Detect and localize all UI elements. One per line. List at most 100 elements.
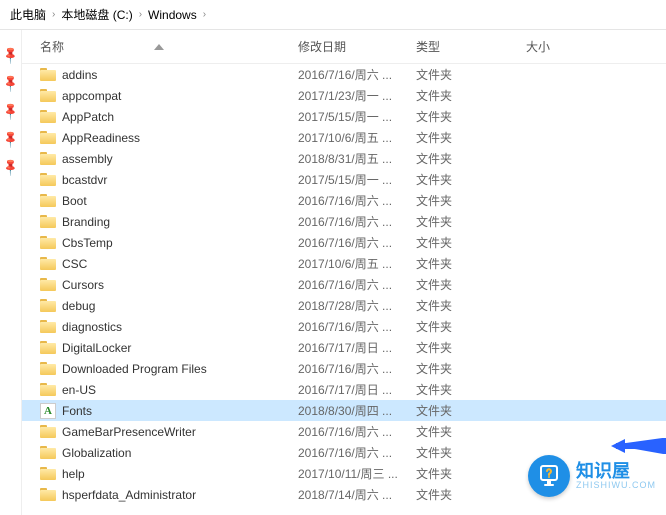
folder-icon xyxy=(40,110,56,123)
folder-icon xyxy=(40,194,56,207)
file-name-label: addins xyxy=(62,68,97,82)
file-row-csc[interactable]: CSC2017/10/6/周五 ...文件夹 xyxy=(22,253,666,274)
breadcrumb-seg-drive[interactable]: 本地磁盘 (C:) xyxy=(61,6,132,23)
file-row-debug[interactable]: debug 2018/7/28/周六 ...文件夹 xyxy=(22,295,666,316)
folder-icon xyxy=(40,299,56,312)
file-name-cell: en-US xyxy=(40,383,298,397)
folder-icon xyxy=(40,68,56,81)
file-row-appcompat[interactable]: appcompat 2017/1/23/周一 ...文件夹 xyxy=(22,85,666,106)
header-size[interactable]: 大小 xyxy=(526,38,666,55)
file-type: 文件夹 xyxy=(416,318,526,335)
file-name-cell: Globalization xyxy=(40,446,298,460)
file-row-hsperfdata-administrator[interactable]: hsperfdata_Administrator2018/7/14/周六 ...… xyxy=(22,484,666,505)
file-date: 2017/1/23/周一 ... xyxy=(298,87,416,104)
file-date: 2018/8/30/周四 ... xyxy=(298,402,416,419)
file-type: 文件夹 xyxy=(416,87,526,104)
header-name[interactable]: 名称 xyxy=(40,38,298,55)
file-name-label: Globalization xyxy=(62,446,131,460)
file-date: 2018/7/28/周六 ... xyxy=(298,297,416,314)
file-row-downloaded-program-files[interactable]: Downloaded Program Files2016/7/16/周六 ...… xyxy=(22,358,666,379)
file-type: 文件夹 xyxy=(416,297,526,314)
file-name-label: CSC xyxy=(62,257,87,271)
file-type: 文件夹 xyxy=(416,402,526,419)
file-row-addins[interactable]: addins 2016/7/16/周六 ...文件夹 xyxy=(22,64,666,85)
file-name-cell: AppPatch xyxy=(40,110,298,124)
header-type[interactable]: 类型 xyxy=(416,38,526,55)
file-date: 2016/7/16/周六 ... xyxy=(298,192,416,209)
file-row-branding[interactable]: Branding2016/7/16/周六 ...文件夹 xyxy=(22,211,666,232)
file-type: 文件夹 xyxy=(416,339,526,356)
file-date: 2016/7/16/周六 ... xyxy=(298,213,416,230)
file-name-cell: Downloaded Program Files xyxy=(40,362,298,376)
folder-icon xyxy=(40,320,56,333)
file-type: 文件夹 xyxy=(416,381,526,398)
file-type: 文件夹 xyxy=(416,444,526,461)
file-row-help[interactable]: help2017/10/11/周三 ...文件夹 xyxy=(22,463,666,484)
file-name-label: en-US xyxy=(62,383,96,397)
file-date: 2016/7/16/周六 ... xyxy=(298,66,416,83)
quick-access-sidebar: 📌 📌 📌 📌 📌 xyxy=(0,30,22,515)
file-name-label: assembly xyxy=(62,152,113,166)
file-name-cell: CbsTemp xyxy=(40,236,298,250)
file-row-cursors[interactable]: Cursors2016/7/16/周六 ...文件夹 xyxy=(22,274,666,295)
file-row-appreadiness[interactable]: AppReadiness2017/10/6/周五 ...文件夹 xyxy=(22,127,666,148)
file-name-cell: DigitalLocker xyxy=(40,341,298,355)
pin-icon: 📌 xyxy=(0,127,23,152)
file-name-cell: addins xyxy=(40,68,298,82)
folder-icon xyxy=(40,131,56,144)
file-row-gamebarpresencewriter[interactable]: GameBarPresenceWriter2016/7/16/周六 ...文件夹 xyxy=(22,421,666,442)
file-name-label: help xyxy=(62,467,85,481)
file-type: 文件夹 xyxy=(416,486,526,503)
file-row-globalization[interactable]: Globalization2016/7/16/周六 ...文件夹 xyxy=(22,442,666,463)
file-row-en-us[interactable]: en-US 2016/7/17/周日 ...文件夹 xyxy=(22,379,666,400)
file-name-label: diagnostics xyxy=(62,320,122,334)
file-row-digitallocker[interactable]: DigitalLocker2016/7/17/周日 ...文件夹 xyxy=(22,337,666,358)
file-date: 2016/7/16/周六 ... xyxy=(298,276,416,293)
file-name-cell: CSC xyxy=(40,257,298,271)
file-name-label: Boot xyxy=(62,194,87,208)
file-row-boot[interactable]: Boot2016/7/16/周六 ...文件夹 xyxy=(22,190,666,211)
file-type: 文件夹 xyxy=(416,150,526,167)
file-name-label: appcompat xyxy=(62,89,121,103)
file-type: 文件夹 xyxy=(416,465,526,482)
file-date: 2017/5/15/周一 ... xyxy=(298,171,416,188)
folder-icon xyxy=(40,152,56,165)
file-name-cell: hsperfdata_Administrator xyxy=(40,488,298,502)
folder-icon xyxy=(40,215,56,228)
file-type: 文件夹 xyxy=(416,66,526,83)
file-name-label: bcastdvr xyxy=(62,173,107,187)
file-type: 文件夹 xyxy=(416,360,526,377)
file-name-cell: Boot xyxy=(40,194,298,208)
file-row-cbstemp[interactable]: CbsTemp2016/7/16/周六 ...文件夹 xyxy=(22,232,666,253)
sort-ascending-icon xyxy=(154,44,164,50)
pin-icon: 📌 xyxy=(0,99,23,124)
header-date[interactable]: 修改日期 xyxy=(298,38,416,55)
folder-icon xyxy=(40,173,56,186)
folder-icon xyxy=(40,257,56,270)
folder-icon xyxy=(40,236,56,249)
file-type: 文件夹 xyxy=(416,108,526,125)
folder-icon xyxy=(40,488,56,501)
pin-icon: 📌 xyxy=(0,155,23,180)
breadcrumb-seg-folder[interactable]: Windows xyxy=(148,8,197,22)
file-date: 2017/10/6/周五 ... xyxy=(298,255,416,272)
folder-icon xyxy=(40,467,56,480)
file-date: 2016/7/16/周六 ... xyxy=(298,423,416,440)
file-row-bcastdvr[interactable]: bcastdvr2017/5/15/周一 ...文件夹 xyxy=(22,169,666,190)
file-date: 2017/10/6/周五 ... xyxy=(298,129,416,146)
file-row-fonts[interactable]: AFonts2018/8/30/周四 ...文件夹 xyxy=(22,400,666,421)
file-row-apppatch[interactable]: AppPatch2017/5/15/周一 ...文件夹 xyxy=(22,106,666,127)
file-row-diagnostics[interactable]: diagnostics2016/7/16/周六 ...文件夹 xyxy=(22,316,666,337)
file-type: 文件夹 xyxy=(416,213,526,230)
folder-icon xyxy=(40,89,56,102)
file-row-assembly[interactable]: assembly2018/8/31/周五 ...文件夹 xyxy=(22,148,666,169)
file-name-label: debug xyxy=(62,299,95,313)
file-name-label: Downloaded Program Files xyxy=(62,362,207,376)
chevron-right-icon: › xyxy=(52,9,55,20)
file-type: 文件夹 xyxy=(416,234,526,251)
file-date: 2016/7/16/周六 ... xyxy=(298,234,416,251)
breadcrumb[interactable]: 此电脑 › 本地磁盘 (C:) › Windows › xyxy=(0,0,666,30)
file-date: 2016/7/17/周日 ... xyxy=(298,381,416,398)
breadcrumb-seg-thispc[interactable]: 此电脑 xyxy=(10,6,46,23)
file-name-cell: AFonts xyxy=(40,403,298,419)
